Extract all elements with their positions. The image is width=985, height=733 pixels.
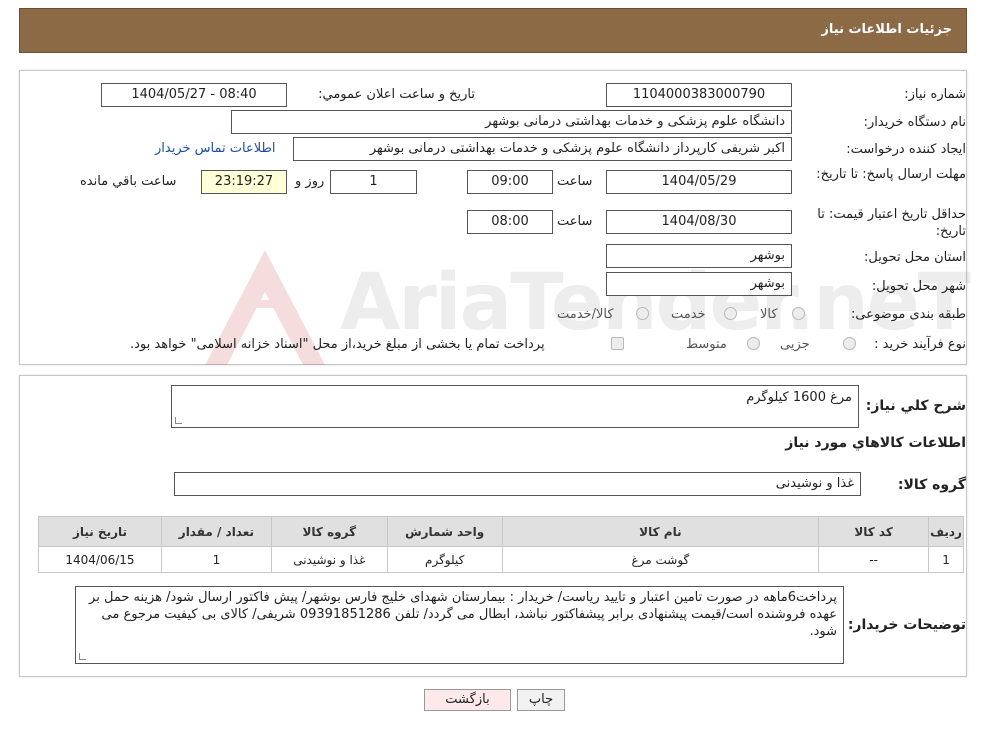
cell-item-code: -- [818, 546, 930, 573]
process-minor-radio[interactable] [843, 337, 856, 350]
creator-label: ایجاد کننده درخواست: [846, 142, 966, 157]
treasury-checkbox[interactable] [611, 337, 624, 350]
need-number-field: 1104000383000790 [606, 83, 792, 107]
deadline-date-field: 1404/05/29 [606, 170, 792, 194]
col-header-need-date: تاریخ نیاز [38, 516, 162, 547]
print-button[interactable]: چاپ [517, 689, 565, 711]
buyer-notes-text: پرداخت6ماهه در صورت تامین اعتبار و تایید… [89, 590, 837, 639]
category-goods-radio[interactable] [792, 307, 805, 320]
province-field: بوشهر [606, 244, 792, 268]
city-field: بوشهر [606, 272, 792, 296]
category-goods-service-radio[interactable] [636, 307, 649, 320]
cell-item-group: غذا و نوشیدنی [270, 546, 388, 573]
need-description-field: مرغ 1600 کیلوگرم [171, 385, 859, 428]
validity-date-field: 1404/08/30 [606, 210, 792, 234]
col-header-quantity: تعداد / مقدار [160, 516, 272, 547]
city-label: شهر محل تحویل: [871, 279, 966, 294]
back-button[interactable]: بازگشت [424, 689, 511, 711]
table-row: 1 -- گوشت مرغ کیلوگرم غذا و نوشیدنی 1 14… [38, 546, 964, 573]
process-note: پرداخت تمام یا بخشی از مبلغ خرید،از محل … [130, 337, 545, 352]
need-description-text: مرغ 1600 کیلوگرم [746, 390, 852, 405]
process-label: نوع فرآیند خرید : [874, 337, 966, 352]
validity-label: حداقل تاریخ اعتبار قیمت: تا تاریخ: [801, 206, 966, 240]
days-field: 1 [330, 170, 417, 194]
items-table: ردیف کد کالا نام کالا واحد شمارش گروه کا… [38, 516, 964, 573]
remaining-label: ساعت باقي مانده [80, 174, 177, 189]
creator-field: اکبر شریفی کارپرداز دانشگاه علوم پزشکی و… [293, 137, 792, 161]
category-service-label: خدمت [671, 307, 706, 322]
cell-item-name: گوشت مرغ [501, 546, 820, 573]
validity-label-text: حداقل تاریخ اعتبار قیمت: تا تاریخ: [817, 207, 966, 239]
deadline-time-field: 09:00 [467, 170, 553, 194]
buyer-org-label: نام دستگاه خریدار: [863, 115, 966, 130]
buyer-notes-label: توضیحات خریدار: [847, 617, 966, 633]
need-number-label: شماره نیاز: [904, 87, 966, 102]
process-medium-radio[interactable] [747, 337, 760, 350]
goods-info-title: اطلاعات کالاهاي مورد نیاز [785, 435, 966, 451]
category-goods-service-label: کالا/خدمت [557, 307, 614, 322]
category-goods-label: کالا [760, 307, 778, 322]
page-header: جزئیات اطلاعات نیاز [19, 8, 967, 53]
remaining-time-field: 23:19:27 [201, 170, 287, 194]
page-title: جزئیات اطلاعات نیاز [821, 22, 952, 37]
validity-time-field: 08:00 [467, 210, 553, 234]
cell-quantity: 1 [160, 546, 272, 573]
col-header-unit: واحد شمارش [386, 516, 503, 547]
category-label: طبقه بندی موضوعی: [850, 307, 966, 322]
province-label: استان محل تحویل: [864, 250, 966, 265]
cell-need-date: 1404/06/15 [38, 546, 162, 573]
goods-group-label: گروه کالا: [897, 477, 966, 493]
col-header-item-code: کد کالا [818, 516, 930, 547]
notes-resize-handle-icon[interactable] [79, 653, 86, 660]
goods-group-field: غذا و نوشیدنی [174, 472, 861, 496]
validity-time-label: ساعت [557, 214, 593, 229]
col-header-item-name: نام کالا [501, 516, 820, 547]
contact-buyer-link[interactable]: اطلاعات تماس خریدار [155, 141, 275, 156]
buyer-org-field: دانشگاه علوم پزشکی و خدمات بهداشتی درمان… [231, 110, 792, 134]
buyer-notes-field: پرداخت6ماهه در صورت تامین اعتبار و تایید… [75, 586, 844, 664]
need-description-label: شرح کلي نیاز: [865, 398, 966, 414]
category-service-radio[interactable] [724, 307, 737, 320]
col-header-item-group: گروه کالا [270, 516, 388, 547]
days-label: روز و [295, 174, 325, 189]
items-table-wrapper: ردیف کد کالا نام کالا واحد شمارش گروه کا… [38, 516, 964, 573]
deadline-label-text: مهلت ارسال پاسخ: تا تاریخ: [816, 167, 966, 182]
resize-handle-icon[interactable] [175, 417, 182, 424]
deadline-time-label: ساعت [557, 174, 593, 189]
table-header-row: ردیف کد کالا نام کالا واحد شمارش گروه کا… [38, 516, 964, 547]
process-minor-label: جزیی [780, 337, 810, 352]
cell-row-number: 1 [928, 546, 964, 573]
col-header-row-number: ردیف [928, 516, 964, 547]
announce-label: تاریخ و ساعت اعلان عمومي: [318, 87, 475, 102]
cell-unit: کیلوگرم [386, 546, 503, 573]
process-medium-label: متوسط [686, 337, 727, 352]
announce-field: 1404/05/27 - 08:40 [101, 83, 287, 107]
deadline-label: مهلت ارسال پاسخ: تا تاریخ: [816, 166, 966, 183]
